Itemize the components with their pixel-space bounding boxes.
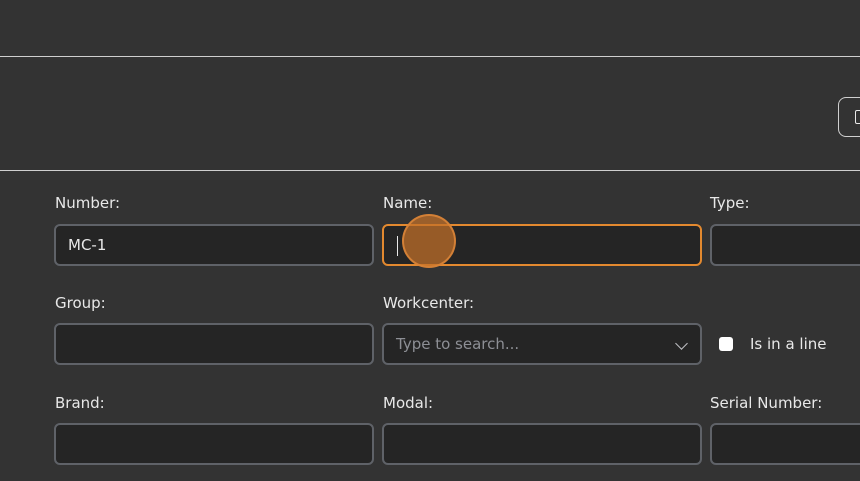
group-label: Group:: [55, 294, 106, 312]
is-in-a-line-checkbox[interactable]: [719, 337, 733, 351]
document-icon: [855, 110, 860, 124]
type-label: Type:: [710, 194, 750, 212]
brand-label: Brand:: [55, 394, 105, 412]
name-label: Name:: [383, 194, 433, 212]
serial-number-label: Serial Number:: [710, 394, 823, 412]
brand-input[interactable]: [54, 423, 374, 465]
group-input[interactable]: [54, 323, 374, 365]
serial-number-input[interactable]: [710, 423, 860, 465]
modal-label: Modal:: [383, 394, 434, 412]
text-caret: [397, 236, 398, 256]
number-input[interactable]: MC-1: [54, 224, 374, 266]
modal-input[interactable]: [382, 423, 702, 465]
workcenter-select[interactable]: Type to search...: [382, 323, 702, 365]
header-area: [0, 0, 860, 56]
is-in-a-line-label: Is in a line: [750, 335, 827, 353]
number-label: Number:: [55, 194, 121, 212]
type-input[interactable]: [710, 224, 860, 266]
name-input[interactable]: [382, 224, 702, 266]
divider: [0, 170, 860, 171]
chevron-down-icon[interactable]: [675, 337, 688, 350]
workcenter-placeholder: Type to search...: [396, 335, 520, 353]
workcenter-label: Workcenter:: [383, 294, 475, 312]
toolbar-area: [0, 57, 860, 170]
form-page: Number: MC-1 Name: Type: Group: Workcent…: [0, 0, 860, 481]
toolbar-button[interactable]: [838, 97, 860, 137]
